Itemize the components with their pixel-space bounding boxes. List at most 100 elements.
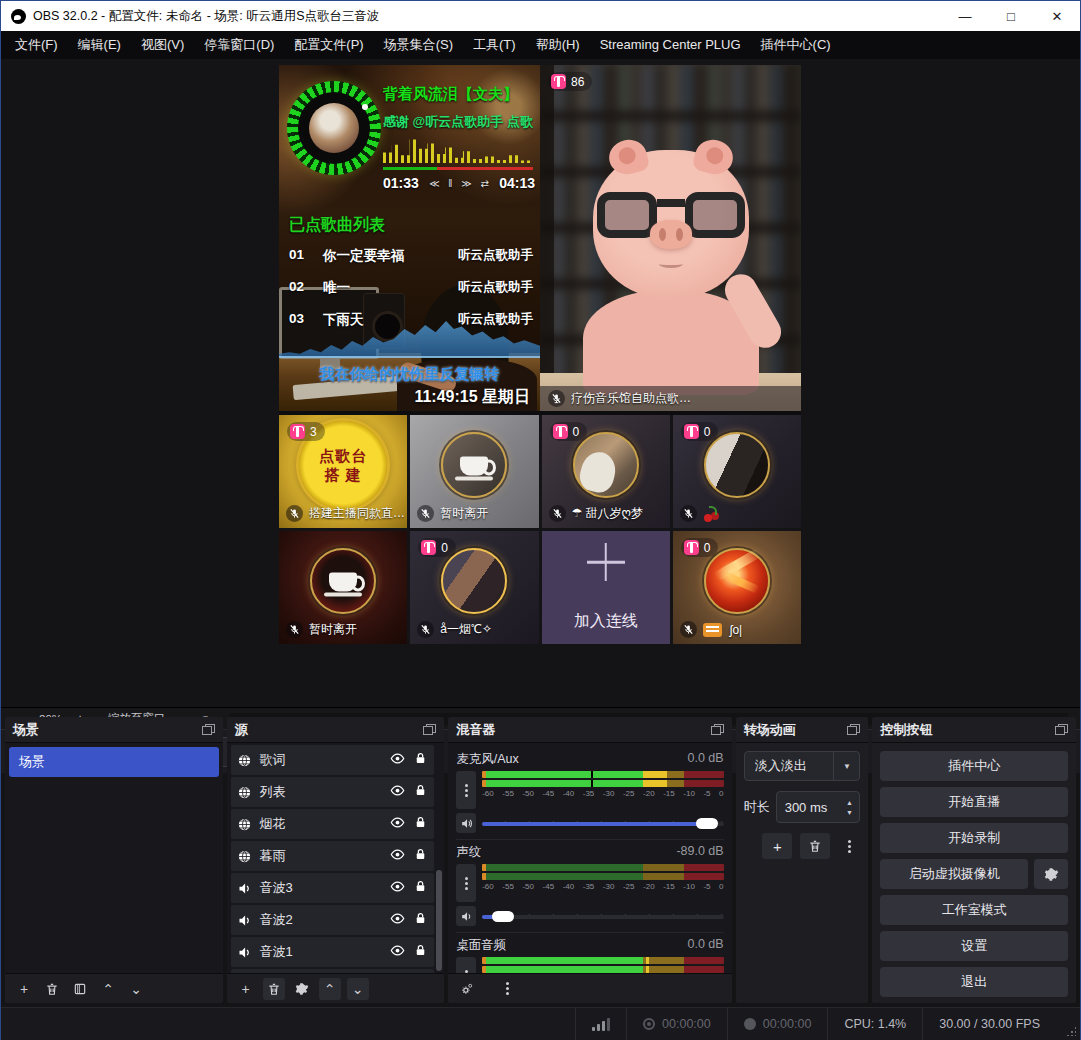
start-streaming-button[interactable]: 开始直播 — [880, 787, 1068, 817]
lock-icon[interactable] — [413, 943, 428, 961]
guest-tile: 3 点歌台 搭 建 搭建主播同款直… — [279, 415, 407, 528]
menu-dock[interactable]: 停靠窗口(D) — [194, 31, 284, 59]
popout-icon[interactable] — [202, 724, 215, 735]
remove-source-button[interactable] — [263, 978, 285, 1000]
join-tile[interactable]: 加入连线 — [542, 531, 670, 644]
source-row[interactable]: 音波3 — [231, 873, 435, 903]
start-virtual-camera-button[interactable]: 启动虚拟摄像机 — [880, 859, 1028, 889]
song-progress-bar — [383, 167, 533, 170]
source-row[interactable]: 背景 — [231, 969, 435, 973]
lock-icon[interactable] — [413, 847, 428, 865]
visibility-icon[interactable] — [390, 751, 405, 769]
sources-scrollbar[interactable] — [436, 870, 442, 971]
source-down-button[interactable]: ⌄ — [347, 978, 369, 1000]
time-total: 04:13 — [499, 175, 535, 191]
scene-up-button[interactable]: ⌃ — [97, 978, 119, 1000]
lock-icon[interactable] — [413, 879, 428, 897]
visibility-icon[interactable] — [390, 783, 405, 801]
lock-icon[interactable] — [413, 815, 428, 833]
menu-help[interactable]: 帮助(H) — [526, 31, 590, 59]
studio-mode-button[interactable]: 工作室模式 — [880, 895, 1068, 925]
lock-icon[interactable] — [413, 783, 428, 801]
menu-view[interactable]: 视图(V) — [131, 31, 194, 59]
browser-source-icon — [237, 817, 252, 832]
channel-menu-button[interactable] — [456, 864, 476, 902]
mute-button[interactable] — [456, 813, 476, 833]
virtual-camera-settings-button[interactable] — [1034, 859, 1068, 889]
guest-avatar — [704, 548, 770, 614]
video-canvas[interactable]: 背着风流泪【文夫】 感谢 @听云点歌助手 点歌 01:33 ≪ ‖ ≫ ⇄ 04… — [279, 65, 801, 644]
resize-grip[interactable] — [1066, 1026, 1076, 1036]
controls-dock: 控制按钮 插件中心 开始直播 开始录制 启动虚拟摄像机 工作室模式 设置 退出 — [872, 717, 1076, 1003]
scene-down-button[interactable]: ⌄ — [125, 978, 147, 1000]
visibility-icon[interactable] — [390, 943, 405, 961]
visibility-icon[interactable] — [390, 879, 405, 897]
popout-icon[interactable] — [847, 724, 860, 735]
channel-menu-button[interactable] — [456, 957, 476, 973]
scene-item-selected[interactable]: 场景 — [9, 747, 219, 777]
source-row[interactable]: 歌词 — [231, 745, 435, 775]
visibility-icon[interactable] — [390, 815, 405, 833]
guest-avatar — [441, 548, 507, 614]
menu-profile[interactable]: 配置文件(P) — [284, 31, 373, 59]
lock-icon[interactable] — [413, 911, 428, 929]
guest-tile: 0 ☂ 甜八岁ღ梦 — [542, 415, 670, 528]
scene-filters-button[interactable] — [69, 978, 91, 1000]
remove-transition-button[interactable] — [800, 833, 830, 859]
menu-scene-collection[interactable]: 场景集合(S) — [374, 31, 463, 59]
start-recording-button[interactable]: 开始录制 — [880, 823, 1068, 853]
duration-spinbox[interactable]: 300 ms ▲▼ — [776, 791, 861, 823]
channel-menu-button[interactable] — [456, 771, 476, 809]
source-row[interactable]: 列表 — [231, 777, 435, 807]
source-row[interactable]: 音波2 — [231, 905, 435, 935]
popout-icon[interactable] — [1055, 724, 1068, 735]
menu-streaming-center[interactable]: Streaming Center PLUG — [590, 31, 751, 59]
transition-menu-button[interactable] — [838, 835, 860, 857]
guest-tile: 暂时离开 — [279, 531, 407, 644]
menu-file[interactable]: 文件(F) — [5, 31, 68, 59]
settings-button[interactable]: 设置 — [880, 931, 1068, 961]
close-button[interactable]: ✕ — [1034, 1, 1080, 31]
sources-dock: 源 歌词 列表 烟花 — [227, 717, 445, 1003]
advanced-audio-button[interactable] — [456, 978, 478, 1000]
plugin-center-button[interactable]: 插件中心 — [880, 751, 1068, 781]
add-scene-button[interactable]: + — [13, 978, 35, 1000]
source-properties-toolbar-button[interactable] — [291, 978, 313, 1000]
guest-grid: 3 点歌台 搭 建 搭建主播同款直… 暂时离开 0 ☂ 甜八岁ღ梦 — [279, 415, 801, 644]
source-row[interactable]: 暮雨 — [231, 841, 435, 871]
record-status-icon — [744, 1018, 756, 1030]
source-row[interactable]: 烟花 — [231, 809, 435, 839]
browser-source-icon — [237, 785, 252, 800]
vinyl-disc — [287, 81, 381, 175]
fan-badge — [703, 623, 722, 637]
visibility-icon[interactable] — [390, 847, 405, 865]
visibility-icon[interactable] — [390, 911, 405, 929]
signal-bars-icon — [592, 1018, 610, 1031]
add-transition-button[interactable]: + — [762, 833, 792, 859]
source-up-button[interactable]: ⌃ — [319, 978, 341, 1000]
add-source-button[interactable]: + — [235, 978, 257, 1000]
pause-icon: ‖ — [448, 178, 452, 189]
maximize-button[interactable]: □ — [988, 1, 1034, 31]
album-art — [309, 103, 359, 153]
karaoke-video-panel: 背着风流泪【文夫】 感谢 @听云点歌助手 点歌 01:33 ≪ ‖ ≫ ⇄ 04… — [279, 65, 540, 411]
source-row[interactable]: 音波1 — [231, 937, 435, 967]
lock-icon[interactable] — [413, 751, 428, 769]
exit-button[interactable]: 退出 — [880, 967, 1068, 997]
transition-select[interactable]: 淡入淡出 ▼ — [744, 751, 861, 781]
menu-plugin-center[interactable]: 插件中心(C) — [751, 31, 841, 59]
volume-slider[interactable] — [482, 911, 723, 922]
menu-edit[interactable]: 编辑(E) — [68, 31, 131, 59]
volume-slider[interactable] — [482, 818, 723, 829]
popout-icon[interactable] — [711, 724, 724, 735]
guest-avatar — [441, 432, 507, 498]
scenes-title: 场景 — [13, 721, 39, 739]
mixer-menu-button[interactable] — [496, 978, 518, 1000]
popout-icon[interactable] — [423, 724, 436, 735]
remove-scene-button[interactable] — [41, 978, 63, 1000]
minimize-button[interactable]: — — [942, 1, 988, 31]
mute-button[interactable] — [456, 906, 476, 926]
mic-off-icon — [548, 390, 565, 407]
queue-row: 02唯一听云点歌助手 — [289, 279, 533, 297]
menu-tools[interactable]: 工具(T) — [463, 31, 526, 59]
